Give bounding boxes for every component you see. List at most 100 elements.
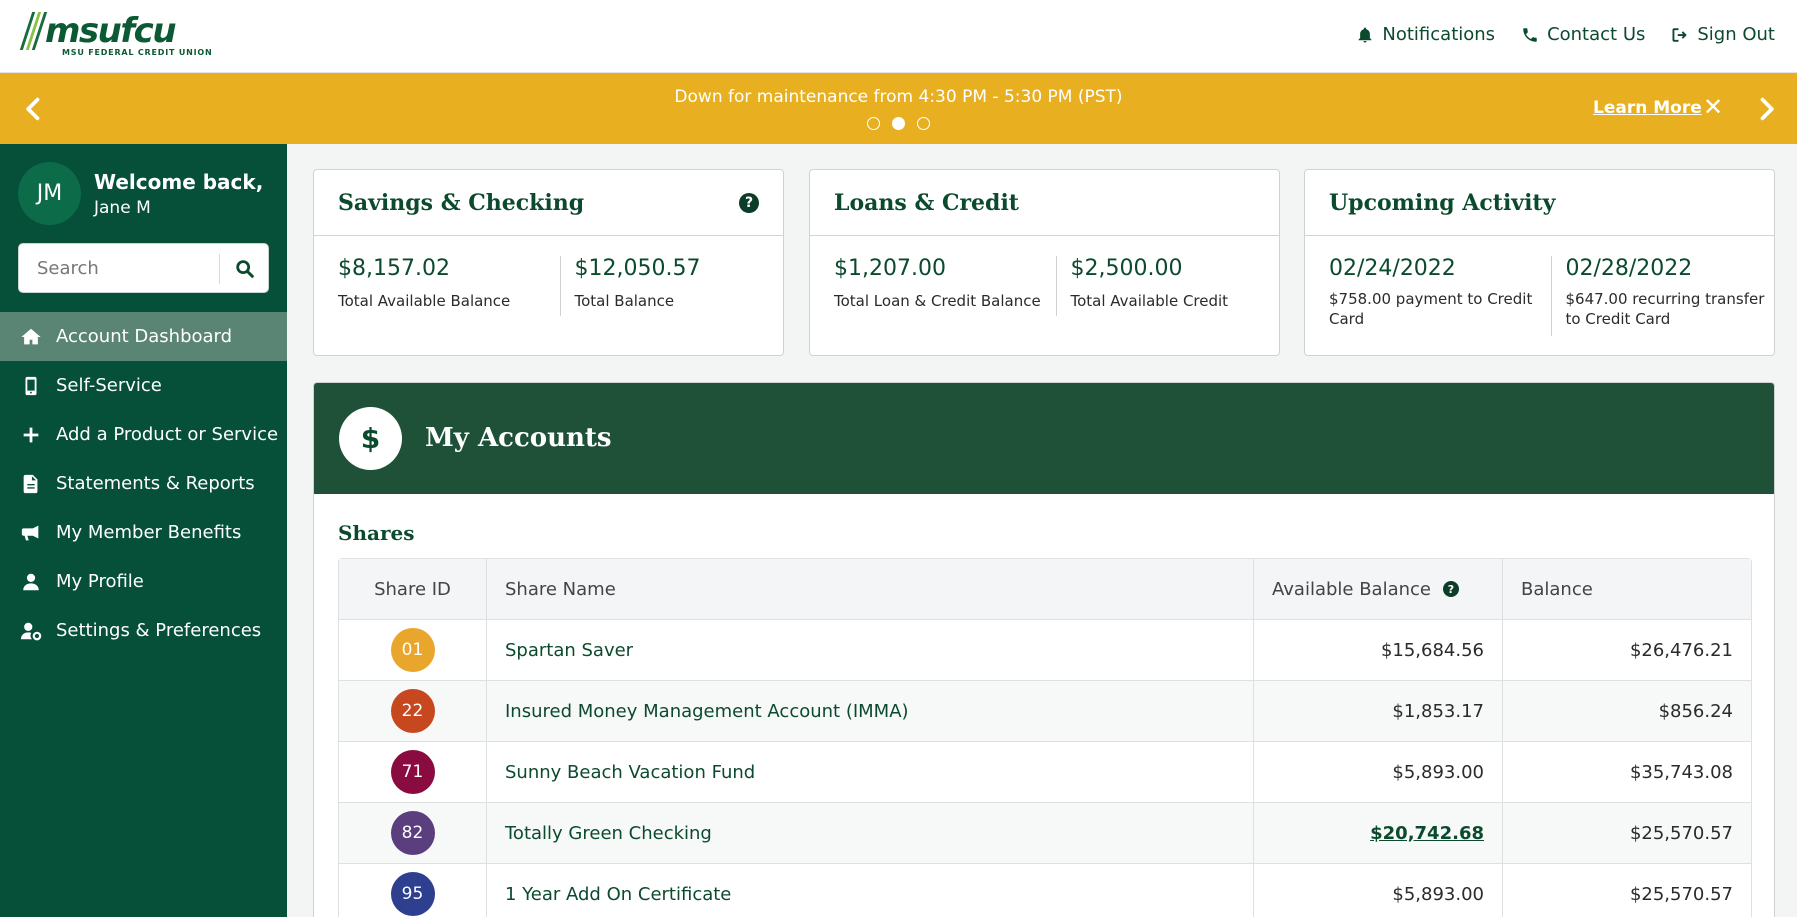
column-share-id[interactable]: Share ID: [339, 559, 487, 619]
column-share-name[interactable]: Share Name: [487, 559, 1254, 619]
table-row[interactable]: 01 Spartan Saver $15,684.56 $26,476.21: [339, 620, 1751, 681]
share-id-badge: 71: [390, 750, 435, 794]
sidebar: JM Welcome back, Jane M Account Dashboar…: [0, 144, 287, 917]
available-balance-cell: $5,893.00: [1254, 864, 1503, 917]
total-balance-label: Total Balance: [574, 292, 675, 310]
balance-cell: $35,743.08: [1629, 761, 1733, 783]
notifications-link[interactable]: Notifications: [1356, 24, 1495, 45]
sidebar-item-label: Account Dashboard: [56, 326, 233, 347]
card-title: Savings & Checking: [338, 189, 585, 216]
top-header: msufcu MSU FEDERAL CREDIT UNION Notifica…: [0, 0, 1797, 73]
column-balance[interactable]: Balance: [1503, 559, 1751, 619]
column-available-balance[interactable]: Available Balance ?: [1254, 559, 1503, 619]
balance-cell: $25,570.57: [1629, 883, 1733, 905]
phone-icon: [1523, 27, 1537, 42]
savings-checking-card: Savings & Checking ? $8,157.02 Total Ava…: [313, 169, 784, 356]
sidebar-nav: Account Dashboard Self-Service Add a Pro…: [0, 312, 287, 655]
banner-dot-2[interactable]: [892, 117, 905, 130]
help-icon[interactable]: ?: [739, 192, 759, 213]
search-divider: [219, 254, 220, 284]
shares-table: Share ID Share Name Available Balance ? …: [338, 558, 1752, 917]
mobile-icon: [25, 376, 37, 395]
share-id-badge: 95: [390, 872, 435, 916]
logo-stripes: [19, 12, 48, 50]
share-name-link[interactable]: Insured Money Management Account (IMMA): [487, 681, 1254, 741]
available-balance-cell: $1,853.17: [1254, 681, 1503, 741]
sidebar-item-self-service[interactable]: Self-Service: [0, 361, 287, 410]
search-input[interactable]: [19, 244, 219, 292]
sign-out-link[interactable]: Sign Out: [1671, 24, 1775, 45]
available-balance-cell: $5,893.00: [1254, 742, 1503, 802]
activity-description: $758.00 payment to Credit Card: [1329, 290, 1533, 328]
banner-message: Down for maintenance from 4:30 PM - 5:30…: [674, 87, 1123, 107]
sidebar-item-label: Statements & Reports: [56, 473, 255, 494]
msufcu-logo[interactable]: msufcu MSU FEDERAL CREDIT UNION: [19, 11, 213, 60]
sidebar-item-label: Self-Service: [56, 375, 162, 396]
user-cog-icon: [20, 622, 42, 640]
banner-next-button[interactable]: [1752, 95, 1780, 123]
table-row[interactable]: 82 Totally Green Checking $20,742.68 $25…: [339, 803, 1751, 864]
search-box: [18, 243, 269, 293]
loan-credit-balance-label: Total Loan & Credit Balance: [834, 292, 1041, 310]
bell-icon: [1359, 27, 1372, 42]
my-accounts-header: $ My Accounts: [314, 383, 1774, 494]
megaphone-icon: [21, 525, 39, 540]
activity-description: $647.00 recurring transfer to Credit Car…: [1565, 290, 1765, 328]
balance-cell: $25,570.57: [1629, 822, 1733, 844]
loans-credit-card: Loans & Credit $1,207.00 Total Loan & Cr…: [809, 169, 1280, 356]
logo-subtext: MSU FEDERAL CREDIT UNION: [62, 48, 213, 57]
available-balance-link[interactable]: $20,742.68: [1370, 823, 1484, 844]
avatar[interactable]: JM: [18, 162, 81, 225]
table-row[interactable]: 22 Insured Money Management Account (IMM…: [339, 681, 1751, 742]
contact-us-label: Contact Us: [1547, 24, 1646, 45]
table-row[interactable]: 95 1 Year Add On Certificate $5,893.00 $…: [339, 864, 1751, 917]
help-icon[interactable]: ?: [1443, 581, 1459, 597]
my-accounts-panel: $ My Accounts Shares Share ID Share Name…: [313, 382, 1775, 917]
user-name: Jane M: [94, 197, 151, 218]
home-icon: [21, 328, 41, 344]
share-name-link[interactable]: Sunny Beach Vacation Fund: [487, 742, 1254, 802]
available-balance-cell: $15,684.56: [1254, 620, 1503, 680]
share-id-badge: 82: [390, 811, 435, 855]
share-id-badge: 01: [390, 628, 435, 672]
learn-more-link[interactable]: Learn More: [1593, 98, 1702, 118]
available-credit-label: Total Available Credit: [1070, 292, 1229, 310]
card-title: Loans & Credit: [834, 189, 1019, 216]
sidebar-item-account-dashboard[interactable]: Account Dashboard: [0, 312, 287, 361]
share-name-link[interactable]: 1 Year Add On Certificate: [487, 864, 1254, 917]
sidebar-item-member-benefits[interactable]: My Member Benefits: [0, 508, 287, 557]
table-header: Share ID Share Name Available Balance ? …: [339, 559, 1751, 620]
activity-date: 02/24/2022: [1329, 256, 1456, 281]
sidebar-item-add-product[interactable]: Add a Product or Service: [0, 410, 287, 459]
sign-out-label: Sign Out: [1697, 24, 1775, 45]
plus-icon: [23, 427, 39, 442]
user-icon: [23, 573, 39, 590]
activity-date: 02/28/2022: [1565, 256, 1693, 281]
sidebar-item-label: My Profile: [56, 571, 144, 592]
maintenance-banner: Down for maintenance from 4:30 PM - 5:30…: [0, 73, 1797, 144]
my-accounts-title: My Accounts: [425, 423, 612, 453]
banner-dot-1[interactable]: [867, 117, 880, 130]
notifications-label: Notifications: [1382, 24, 1496, 45]
shares-heading: Shares: [338, 521, 415, 545]
close-icon[interactable]: ✕: [1703, 95, 1723, 119]
banner-dot-3[interactable]: [917, 117, 930, 130]
sidebar-item-settings[interactable]: Settings & Preferences: [0, 606, 287, 655]
available-credit-value: $2,500.00: [1070, 256, 1183, 281]
table-row[interactable]: 71 Sunny Beach Vacation Fund $5,893.00 $…: [339, 742, 1751, 803]
column-available-balance-label: Available Balance: [1272, 578, 1431, 600]
sidebar-item-my-profile[interactable]: My Profile: [0, 557, 287, 606]
share-name-link[interactable]: Spartan Saver: [487, 620, 1254, 680]
logo-text: msufcu: [45, 11, 177, 51]
welcome-text: Welcome back,: [94, 169, 264, 194]
user-greeting: JM Welcome back, Jane M: [18, 162, 263, 225]
share-name-link[interactable]: Totally Green Checking: [487, 803, 1254, 863]
balance-cell: $856.24: [1658, 700, 1733, 722]
balance-cell: $26,476.21: [1629, 639, 1733, 661]
share-id-badge: 22: [390, 689, 435, 733]
contact-us-link[interactable]: Contact Us: [1521, 24, 1645, 45]
sidebar-item-label: Settings & Preferences: [56, 620, 262, 641]
search-icon[interactable]: [234, 258, 256, 280]
document-icon: [23, 474, 38, 493]
sidebar-item-statements[interactable]: Statements & Reports: [0, 459, 287, 508]
